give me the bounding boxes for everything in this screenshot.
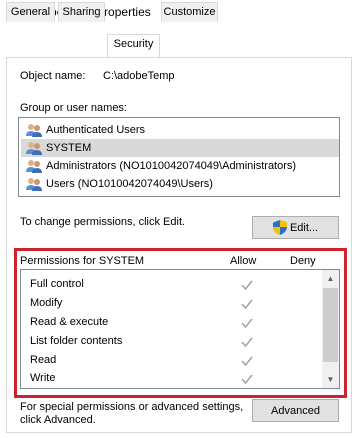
advanced-button[interactable]: Advanced (252, 399, 339, 422)
list-item-label: Administrators (NO1010042074049\Administ… (46, 160, 297, 172)
permission-name: Write (30, 372, 56, 384)
allow-check-icon (241, 318, 253, 329)
list-item-label: Users (NO1010042074049\Users) (46, 178, 213, 190)
shield-icon (272, 220, 287, 235)
permission-name: Modify (30, 297, 63, 309)
list-item[interactable]: Administrators (NO1010042074049\Administ… (21, 157, 339, 175)
permissions-title: Permissions for SYSTEM (20, 255, 145, 267)
group-list[interactable]: Authenticated Users SYSTEM Administrator… (18, 117, 340, 197)
users-icon (26, 142, 42, 155)
scroll-down-icon[interactable]: ▼ (322, 371, 339, 388)
list-item[interactable]: Authenticated Users (21, 121, 339, 139)
allow-check-icon (241, 299, 253, 310)
allow-check-icon (241, 337, 253, 348)
scroll-up-icon[interactable]: ▲ (322, 270, 339, 287)
permission-name: Read (30, 354, 57, 366)
permissions-list[interactable]: Full control Modify Read & execute List … (20, 269, 340, 389)
allow-header: Allow (230, 255, 257, 267)
permissions-section: Permissions for SYSTEM Allow Deny Full c… (18, 250, 342, 395)
edit-hint: To change permissions, click Edit. (20, 216, 186, 228)
group-names-label: Group or user names: (20, 102, 127, 114)
table-row: Write (30, 370, 330, 389)
allow-check-icon (241, 356, 253, 367)
permission-name: Read & execute (30, 316, 109, 328)
table-row: List folder contents (30, 333, 330, 352)
list-item[interactable]: SYSTEM (21, 139, 339, 157)
users-icon (26, 178, 42, 191)
list-item[interactable]: Users (NO1010042074049\Users) (21, 175, 339, 193)
tab-security[interactable]: Security (107, 34, 160, 57)
deny-header: Deny (290, 255, 316, 267)
table-row: Read & execute (30, 314, 330, 333)
permission-name: List folder contents (30, 335, 123, 347)
edit-button-label: Edit... (289, 221, 319, 234)
tab-general[interactable]: General (6, 2, 55, 22)
tab-customize[interactable]: Customize (161, 2, 218, 22)
users-icon (26, 160, 42, 173)
advanced-hint-line2: click Advanced. (20, 414, 96, 426)
object-name-label: Object name: (20, 70, 86, 82)
advanced-hint-line1: For special permissions or advanced sett… (20, 401, 244, 413)
scroll-thumb[interactable] (323, 288, 338, 362)
table-row: Full control (30, 276, 330, 295)
allow-check-icon (241, 374, 253, 385)
vertical-scrollbar[interactable]: ▲ ▼ (322, 270, 339, 388)
users-icon (26, 124, 42, 137)
edit-button[interactable]: Edit... (252, 216, 339, 239)
list-item-label: Authenticated Users (46, 124, 146, 136)
list-item-label: SYSTEM (46, 142, 92, 154)
table-row: Modify (30, 295, 330, 314)
table-row: Read (30, 352, 330, 371)
allow-check-icon (241, 280, 253, 291)
tab-sharing[interactable]: Sharing (58, 2, 105, 22)
permission-name: Full control (30, 278, 84, 290)
object-name-value: C:\adobeTemp (103, 70, 175, 82)
